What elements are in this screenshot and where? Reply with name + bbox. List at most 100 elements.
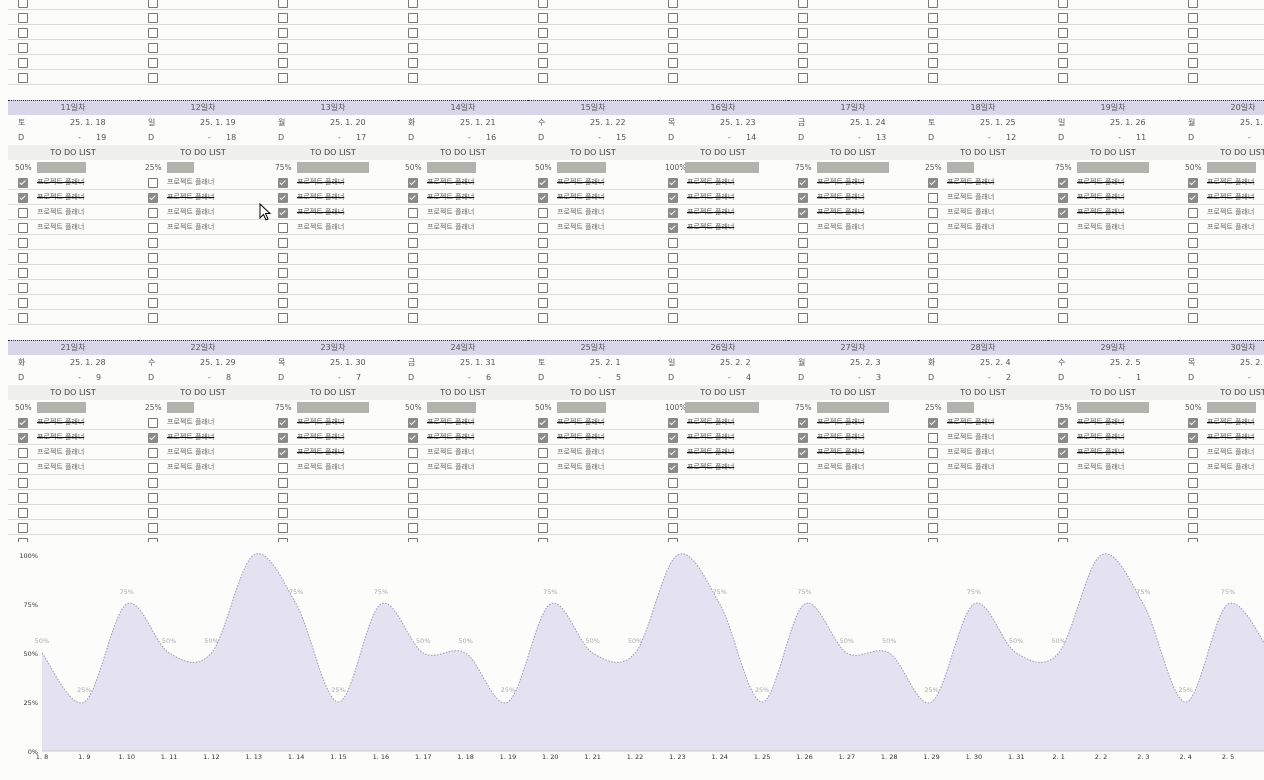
- task-text[interactable]: 프로젝트 플래너: [1077, 430, 1124, 445]
- task-checkbox[interactable]: [148, 538, 158, 542]
- task-checkbox[interactable]: [408, 463, 418, 473]
- task-checkbox[interactable]: [1188, 73, 1198, 83]
- task-text[interactable]: 프로젝트 플래너: [167, 415, 214, 430]
- task-checkbox[interactable]: [18, 43, 28, 53]
- task-checkbox[interactable]: [538, 433, 548, 443]
- task-checkbox[interactable]: [408, 13, 418, 23]
- task-checkbox[interactable]: [1188, 268, 1198, 278]
- task-text[interactable]: 프로젝트 플래너: [37, 190, 84, 205]
- task-checkbox[interactable]: [668, 208, 678, 218]
- task-checkbox[interactable]: [798, 43, 808, 53]
- task-checkbox[interactable]: [18, 313, 28, 323]
- task-checkbox[interactable]: [1188, 193, 1198, 203]
- task-text[interactable]: 프로젝트 플래너: [947, 205, 994, 220]
- task-checkbox[interactable]: [1058, 193, 1068, 203]
- task-checkbox[interactable]: [278, 283, 288, 293]
- task-text[interactable]: 프로젝트 플래너: [297, 205, 344, 220]
- task-text[interactable]: 프로젝트 플래너: [37, 415, 84, 430]
- task-text[interactable]: 프로젝트 플래너: [947, 430, 994, 445]
- task-checkbox[interactable]: [668, 523, 678, 533]
- task-checkbox[interactable]: [798, 253, 808, 263]
- task-text[interactable]: 프로젝트 플래너: [167, 430, 214, 445]
- task-checkbox[interactable]: [798, 283, 808, 293]
- task-checkbox[interactable]: [798, 433, 808, 443]
- task-checkbox[interactable]: [278, 193, 288, 203]
- task-checkbox[interactable]: [928, 253, 938, 263]
- task-text[interactable]: 프로젝트 플래너: [1077, 460, 1124, 475]
- task-checkbox[interactable]: [668, 478, 678, 488]
- task-checkbox[interactable]: [538, 538, 548, 542]
- task-text[interactable]: 프로젝트 플래너: [1077, 190, 1124, 205]
- task-text[interactable]: 프로젝트 플래너: [297, 415, 344, 430]
- task-checkbox[interactable]: [1058, 268, 1068, 278]
- task-checkbox[interactable]: [1058, 298, 1068, 308]
- task-checkbox[interactable]: [148, 58, 158, 68]
- task-checkbox[interactable]: [538, 283, 548, 293]
- task-text[interactable]: 프로젝트 플래너: [1207, 415, 1254, 430]
- task-text[interactable]: 프로젝트 플래너: [947, 415, 994, 430]
- task-checkbox[interactable]: [798, 193, 808, 203]
- task-checkbox[interactable]: [798, 298, 808, 308]
- task-checkbox[interactable]: [928, 178, 938, 188]
- task-checkbox[interactable]: [278, 268, 288, 278]
- task-checkbox[interactable]: [538, 478, 548, 488]
- task-text[interactable]: 프로젝트 플래너: [37, 175, 84, 190]
- task-checkbox[interactable]: [148, 208, 158, 218]
- task-checkbox[interactable]: [1188, 538, 1198, 542]
- task-checkbox[interactable]: [148, 253, 158, 263]
- task-checkbox[interactable]: [928, 508, 938, 518]
- task-checkbox[interactable]: [668, 313, 678, 323]
- task-checkbox[interactable]: [148, 283, 158, 293]
- task-checkbox[interactable]: [18, 0, 28, 8]
- task-checkbox[interactable]: [1188, 433, 1198, 443]
- task-checkbox[interactable]: [408, 418, 418, 428]
- task-checkbox[interactable]: [1058, 253, 1068, 263]
- task-checkbox[interactable]: [538, 463, 548, 473]
- task-checkbox[interactable]: [928, 28, 938, 38]
- task-checkbox[interactable]: [538, 13, 548, 23]
- task-checkbox[interactable]: [1188, 418, 1198, 428]
- task-checkbox[interactable]: [928, 73, 938, 83]
- task-checkbox[interactable]: [1058, 478, 1068, 488]
- task-checkbox[interactable]: [798, 538, 808, 542]
- task-checkbox[interactable]: [798, 478, 808, 488]
- task-checkbox[interactable]: [278, 223, 288, 233]
- task-checkbox[interactable]: [148, 268, 158, 278]
- task-checkbox[interactable]: [1188, 298, 1198, 308]
- task-checkbox[interactable]: [1058, 208, 1068, 218]
- task-checkbox[interactable]: [278, 13, 288, 23]
- task-checkbox[interactable]: [538, 223, 548, 233]
- task-checkbox[interactable]: [668, 448, 678, 458]
- task-checkbox[interactable]: [18, 478, 28, 488]
- task-checkbox[interactable]: [798, 523, 808, 533]
- task-text[interactable]: 프로젝트 플래너: [557, 175, 604, 190]
- task-checkbox[interactable]: [668, 508, 678, 518]
- task-checkbox[interactable]: [18, 283, 28, 293]
- task-text[interactable]: 프로젝트 플래너: [297, 430, 344, 445]
- task-text[interactable]: 프로젝트 플래너: [1207, 175, 1254, 190]
- task-checkbox[interactable]: [928, 538, 938, 542]
- task-text[interactable]: 프로젝트 플래너: [817, 430, 864, 445]
- task-checkbox[interactable]: [668, 238, 678, 248]
- task-checkbox[interactable]: [1058, 313, 1068, 323]
- task-checkbox[interactable]: [148, 178, 158, 188]
- task-checkbox[interactable]: [278, 28, 288, 38]
- task-checkbox[interactable]: [1058, 463, 1068, 473]
- task-checkbox[interactable]: [278, 418, 288, 428]
- task-checkbox[interactable]: [798, 73, 808, 83]
- task-text[interactable]: 프로젝트 플래너: [427, 220, 474, 235]
- task-checkbox[interactable]: [668, 418, 678, 428]
- task-checkbox[interactable]: [18, 493, 28, 503]
- task-checkbox[interactable]: [928, 283, 938, 293]
- task-checkbox[interactable]: [668, 73, 678, 83]
- task-checkbox[interactable]: [18, 58, 28, 68]
- task-checkbox[interactable]: [408, 178, 418, 188]
- task-text[interactable]: 프로젝트 플래너: [557, 190, 604, 205]
- task-text[interactable]: 프로젝트 플래너: [37, 460, 84, 475]
- task-checkbox[interactable]: [668, 298, 678, 308]
- task-text[interactable]: 프로젝트 플래너: [817, 460, 864, 475]
- task-checkbox[interactable]: [1058, 238, 1068, 248]
- task-checkbox[interactable]: [798, 28, 808, 38]
- task-text[interactable]: 프로젝트 플래너: [947, 175, 994, 190]
- task-text[interactable]: 프로젝트 플래너: [1207, 190, 1254, 205]
